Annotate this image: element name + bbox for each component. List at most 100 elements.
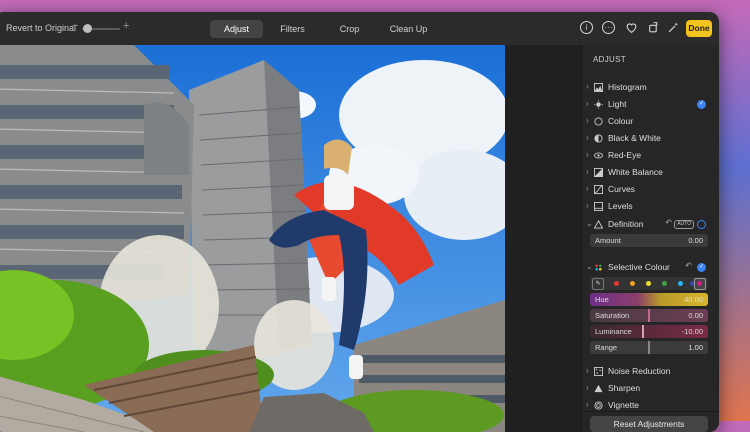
section-light[interactable]: › Light ✓: [582, 97, 719, 113]
histogram-icon: [594, 83, 603, 92]
swatch-magenta-selected[interactable]: [694, 278, 706, 290]
undo-icon[interactable]: ↶: [685, 261, 692, 270]
swatch-orange[interactable]: [630, 281, 635, 286]
chevron-right-icon: ›: [586, 99, 589, 108]
tab-adjust[interactable]: Adjust: [210, 20, 263, 38]
auto-button[interactable]: AUTO: [674, 220, 694, 229]
eyedropper-icon[interactable]: ✎: [592, 278, 604, 290]
more-options-icon[interactable]: ···: [602, 21, 615, 34]
zoom-out-icon[interactable]: −: [72, 20, 78, 32]
photo-canvas[interactable]: [0, 45, 505, 432]
half-circle-icon: [594, 134, 603, 143]
slider-value: 0.00: [688, 236, 703, 245]
swatch-green[interactable]: [662, 281, 667, 286]
saturation-slider[interactable]: Saturation 0.00: [590, 309, 708, 322]
swatch-yellow[interactable]: [646, 281, 651, 286]
triangle-definition-icon: [594, 220, 603, 229]
section-colour[interactable]: › Colour: [582, 114, 719, 130]
section-label: Black & White: [608, 133, 661, 143]
hue-slider[interactable]: Hue 40.00: [590, 293, 708, 306]
noise-reduction-icon: [594, 367, 603, 376]
slider-value: 0.00: [688, 311, 703, 320]
section-label: White Balance: [608, 167, 663, 177]
range-slider[interactable]: Range 1.00: [590, 341, 708, 354]
tab-filters[interactable]: Filters: [265, 20, 320, 38]
edit-tabs: Adjust Filters Crop Clean Up: [210, 20, 438, 38]
chevron-right-icon: ›: [586, 383, 589, 392]
section-histogram[interactable]: › Histogram: [582, 80, 719, 96]
sun-icon: [594, 100, 603, 109]
slider-value: 1.00: [688, 343, 703, 352]
chevron-right-icon: ›: [586, 82, 589, 91]
selective-colour-icon: [595, 264, 602, 271]
chevron-right-icon: ›: [586, 150, 589, 159]
section-red-eye[interactable]: › Red-Eye: [582, 148, 719, 164]
section-label: Selective Colour: [608, 262, 670, 272]
edited-photo: [0, 45, 505, 432]
section-label: Colour: [608, 116, 634, 126]
chevron-right-icon: ›: [586, 184, 589, 193]
section-curves[interactable]: › Curves: [582, 182, 719, 198]
rotate-icon[interactable]: [646, 21, 660, 35]
zoom-slider-knob[interactable]: [83, 24, 92, 33]
slider-label: Amount: [595, 236, 621, 245]
section-label: Light: [608, 99, 627, 109]
chevron-right-icon: ›: [586, 201, 589, 210]
tab-crop[interactable]: Crop: [322, 20, 377, 38]
section-levels[interactable]: › Levels: [582, 199, 719, 215]
chevron-right-icon: ›: [586, 400, 589, 409]
sharpen-triangle-icon: [594, 384, 603, 393]
zoom-in-icon[interactable]: +: [123, 20, 129, 32]
enabled-checkmark-icon[interactable]: ✓: [697, 100, 706, 109]
white-balance-icon: [594, 168, 603, 177]
section-selective-colour[interactable]: ⌄ Selective Colour ↶ ✓: [582, 260, 719, 276]
luminance-slider[interactable]: Luminance -10.00: [590, 325, 708, 338]
enabled-checkmark-icon[interactable]: ✓: [697, 263, 706, 272]
saturation-slider-marker: [648, 309, 650, 322]
auto-enhance-wand-icon[interactable]: [666, 21, 680, 35]
section-black-white[interactable]: › Black & White: [582, 131, 719, 147]
chevron-right-icon: ›: [586, 366, 589, 375]
slider-label: Luminance: [595, 327, 632, 336]
toggle-ring-icon[interactable]: [697, 220, 706, 229]
info-icon[interactable]: i: [580, 21, 593, 34]
chevron-down-icon: ⌄: [586, 219, 593, 228]
section-label: Red-Eye: [608, 150, 642, 160]
section-label: Vignette: [608, 400, 640, 410]
section-sharpen[interactable]: › Sharpen: [582, 381, 719, 397]
adjust-panel: ADJUST › Histogram › Light ✓ › Colour › …: [581, 45, 719, 432]
revert-to-original-button[interactable]: Revert to Original: [6, 23, 76, 33]
toolbar: Revert to Original − + Adjust Filters Cr…: [0, 12, 719, 46]
undo-icon[interactable]: ↶: [665, 218, 672, 227]
slider-value: 40.00: [684, 295, 703, 304]
colour-swatch-picker: ✎: [590, 277, 708, 290]
slider-value: -10.00: [681, 327, 703, 336]
swatch-red[interactable]: [614, 281, 619, 286]
vignette-icon: [594, 401, 603, 410]
section-label: Histogram: [608, 82, 647, 92]
chevron-right-icon: ›: [586, 167, 589, 176]
slider-label: Saturation: [595, 311, 630, 320]
slider-label: Hue: [595, 295, 609, 304]
levels-icon: [594, 202, 603, 211]
swatch-magenta-dot: [697, 281, 702, 286]
favorite-heart-icon[interactable]: [624, 21, 638, 35]
amount-slider[interactable]: Amount 0.00: [590, 234, 708, 247]
section-noise-reduction[interactable]: › Noise Reduction: [582, 364, 719, 380]
range-slider-marker: [648, 341, 650, 354]
tab-clean-up[interactable]: Clean Up: [379, 20, 438, 38]
chevron-right-icon: ›: [586, 116, 589, 125]
done-button[interactable]: Done: [686, 20, 712, 37]
section-definition[interactable]: ⌄ Definition ↶ AUTO: [582, 217, 719, 233]
section-label: Noise Reduction: [608, 366, 671, 376]
panel-heading: ADJUST: [593, 55, 626, 64]
section-label: Levels: [608, 201, 633, 211]
swatch-cyan[interactable]: [678, 281, 683, 286]
section-white-balance[interactable]: › White Balance: [582, 165, 719, 181]
photos-edit-window: Revert to Original − + Adjust Filters Cr…: [0, 12, 719, 432]
section-label: Definition: [608, 219, 644, 229]
section-label: Curves: [608, 184, 635, 194]
reset-adjustments-button[interactable]: Reset Adjustments: [590, 416, 708, 432]
panel-gutter: [505, 45, 581, 432]
panel-divider: [582, 411, 719, 412]
